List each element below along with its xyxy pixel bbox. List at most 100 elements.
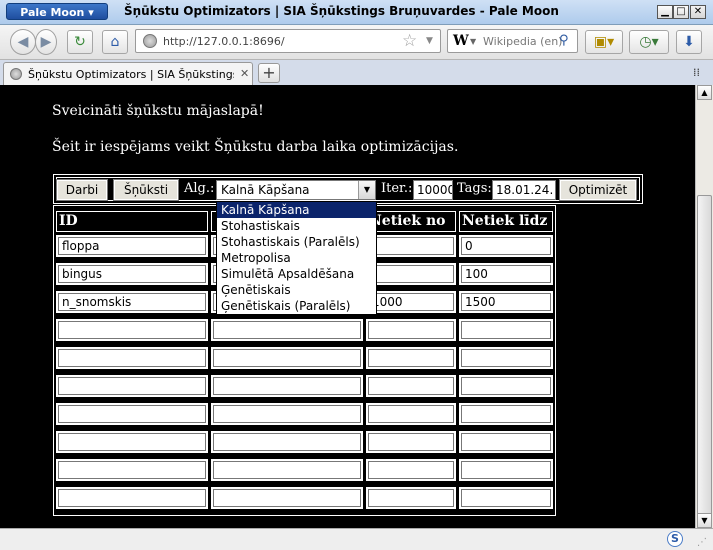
url-text: http://127.0.0.1:8696/	[163, 35, 285, 48]
bookmark-star-icon[interactable]: ☆	[402, 31, 417, 51]
forward-icon[interactable]: ▶	[35, 29, 57, 55]
greeting-text: Sveicināti šņūkstu mājaslapā!	[52, 103, 264, 119]
table-cell-to[interactable]	[459, 375, 553, 397]
table-cell-col2[interactable]	[211, 487, 363, 509]
iterations-input[interactable]: 10000	[413, 180, 453, 200]
table-cell-id[interactable]	[56, 459, 208, 481]
optimizer-toolbar: Darbi Šņūksti Alg.: Kalnā Kāpšana ▼ Iter…	[53, 174, 643, 204]
table-cell-from[interactable]	[366, 319, 456, 341]
darbi-button[interactable]: Darbi	[56, 179, 108, 201]
sync-status-icon[interactable]: S	[667, 531, 683, 547]
search-placeholder: Wikipedia (en)	[483, 35, 563, 48]
table-cell-from[interactable]	[366, 403, 456, 425]
minimize-button[interactable]: ▁	[657, 5, 673, 19]
resize-grip-icon[interactable]: ⋰	[697, 537, 707, 548]
algorithm-option[interactable]: Kalnā Kāpšana	[217, 202, 376, 218]
page-viewport: Sveicināti šņūkstu mājaslapā! Šeit ir ie…	[0, 85, 695, 528]
table-cell-from[interactable]	[366, 263, 456, 285]
algorithm-option[interactable]: Metropolisa	[217, 250, 376, 266]
table-cell-from[interactable]	[366, 459, 456, 481]
table-cell-col2[interactable]	[211, 319, 363, 341]
download-icon[interactable]: ⬇	[676, 30, 702, 54]
window-title: Šņūkstu Optimizators | SIA Šņūkstings Br…	[124, 4, 559, 18]
table-cell-to[interactable]: 1500	[459, 291, 553, 313]
date-input[interactable]: 18.01.24.	[492, 180, 556, 200]
app-menu-button[interactable]: Pale Moon ▾	[6, 3, 108, 20]
table-cell-to[interactable]	[459, 347, 553, 369]
table-cell-id[interactable]	[56, 403, 208, 425]
tab-strip: Šņūkstu Optimizators | SIA Šņūkstings Br…	[0, 60, 713, 86]
tab-groups-icon[interactable]: ⁞⁞	[693, 66, 700, 79]
tab-title: Šņūkstu Optimizators | SIA Šņūkstings Br…	[28, 68, 234, 81]
table-cell-to[interactable]	[459, 459, 553, 481]
table-cell-id[interactable]	[56, 431, 208, 453]
algorithm-selected-value: Kalnā Kāpšana	[221, 183, 310, 197]
chevron-down-icon[interactable]: ▼	[358, 181, 375, 199]
home-icon[interactable]: ⌂	[102, 30, 128, 54]
column-header-to: Netiek līdz	[459, 211, 553, 232]
table-cell-to[interactable]: 100	[459, 263, 553, 285]
close-window-button[interactable]: ✕	[690, 5, 706, 19]
scrollbar-thumb[interactable]	[697, 195, 712, 525]
table-cell-col2[interactable]	[211, 347, 363, 369]
scroll-down-icon[interactable]: ▼	[697, 513, 712, 528]
table-cell-id[interactable]	[56, 347, 208, 369]
table-cell-col2[interactable]	[211, 375, 363, 397]
table-cell-from[interactable]: 1000	[366, 291, 456, 313]
table-cell-col2[interactable]	[211, 403, 363, 425]
algorithm-label: Alg.:	[184, 181, 215, 196]
table-cell-to[interactable]: 0	[459, 235, 553, 257]
tab-close-icon[interactable]: ✕	[240, 67, 249, 80]
table-cell-col2[interactable]	[211, 431, 363, 453]
description-text: Šeit ir iespējams veikt Šņūkstu darba la…	[52, 139, 459, 155]
table-cell-id[interactable]	[56, 487, 208, 509]
algorithm-option[interactable]: Stohastiskais	[217, 218, 376, 234]
engine-dropdown-icon[interactable]: ▼	[470, 37, 476, 46]
table-cell-id[interactable]: bingus	[56, 263, 208, 285]
column-header-id: ID	[56, 211, 208, 232]
address-bar[interactable]: http://127.0.0.1:8696/ ☆ ▼	[135, 29, 441, 53]
url-dropdown-icon[interactable]: ▼	[426, 36, 433, 46]
new-tab-button[interactable]: +	[258, 63, 280, 83]
tab-active[interactable]: Šņūkstu Optimizators | SIA Šņūkstings Br…	[3, 62, 253, 85]
table-cell-id[interactable]: n_snomskis	[56, 291, 208, 313]
table-cell-col2[interactable]	[211, 459, 363, 481]
bookmarks-menu-button[interactable]: ▣▾	[585, 30, 623, 54]
table-cell-id[interactable]	[56, 375, 208, 397]
search-bar[interactable]: W ▼ Wikipedia (en) ⚲	[447, 29, 578, 53]
table-cell-from[interactable]	[366, 235, 456, 257]
wikipedia-engine-icon[interactable]: W	[453, 33, 469, 49]
table-cell-to[interactable]	[459, 487, 553, 509]
table-cell-from[interactable]	[366, 431, 456, 453]
maximize-button[interactable]: □	[673, 5, 689, 19]
status-bar: S ⋰	[0, 528, 713, 550]
algorithm-select[interactable]: Kalnā Kāpšana ▼	[216, 180, 376, 200]
algorithm-option[interactable]: Stohastiskais (Paralēls)	[217, 234, 376, 250]
optimize-button[interactable]: Optimizēt	[559, 179, 637, 201]
search-icon[interactable]: ⚲	[559, 33, 569, 48]
table-cell-to[interactable]	[459, 431, 553, 453]
history-icon[interactable]: ◷▾	[629, 30, 669, 54]
table-cell-id[interactable]: floppa	[56, 235, 208, 257]
table-cell-to[interactable]	[459, 403, 553, 425]
scroll-up-icon[interactable]: ▲	[697, 85, 712, 100]
algorithm-option[interactable]: Ģenētiskais (Paralēls)	[217, 298, 376, 314]
table-cell-from[interactable]	[366, 375, 456, 397]
table-cell-to[interactable]	[459, 319, 553, 341]
iterations-label: Iter.:	[381, 181, 413, 196]
date-label: Tags:	[457, 181, 492, 196]
algorithm-option[interactable]: Ģenētiskais	[217, 282, 376, 298]
table-cell-from[interactable]	[366, 347, 456, 369]
vertical-scrollbar[interactable]: ▲ ▼	[695, 85, 713, 528]
back-icon[interactable]: ◀	[10, 29, 36, 55]
table-cell-from[interactable]	[366, 487, 456, 509]
navigation-toolbar: ◀ ▶ ↻ ⌂ http://127.0.0.1:8696/ ☆ ▼ W ▼ W…	[0, 25, 713, 60]
algorithm-dropdown-list: Kalnā Kāpšana Stohastiskais Stohastiskais …	[216, 201, 377, 315]
algorithm-option[interactable]: Simulētā Apsaldēšana	[217, 266, 376, 282]
snuksti-button[interactable]: Šņūksti	[113, 179, 179, 201]
column-header-from: Netiek no	[366, 211, 456, 232]
tab-favicon-icon	[10, 68, 22, 80]
reload-icon[interactable]: ↻	[67, 30, 93, 54]
table-cell-id[interactable]	[56, 319, 208, 341]
site-identity-icon[interactable]	[143, 34, 157, 48]
